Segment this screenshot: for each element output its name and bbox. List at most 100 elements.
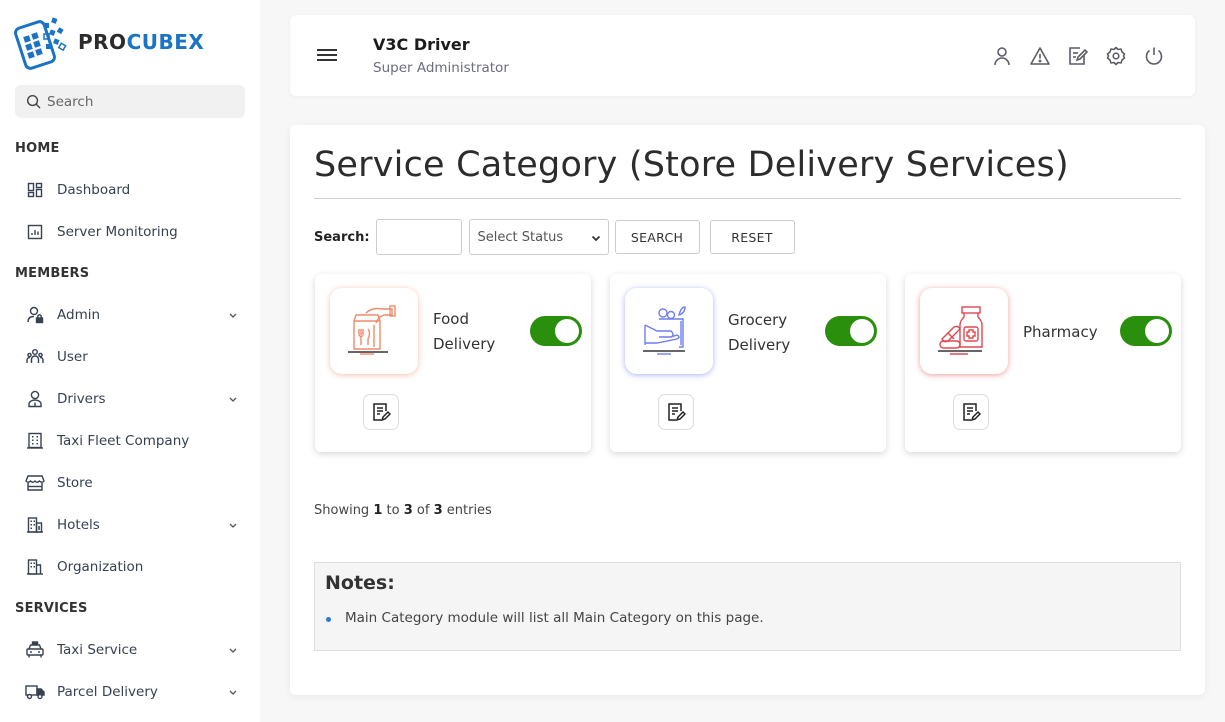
search-label: Search: xyxy=(314,229,370,245)
entries-info: Showing 1 to 3 of 3 entries xyxy=(314,503,492,518)
section-services: SERVICES xyxy=(15,601,88,616)
chevron-down-icon xyxy=(229,397,237,402)
status-toggle[interactable] xyxy=(1120,316,1172,346)
sidebar-item-label: Hotels xyxy=(57,517,100,533)
truck-icon xyxy=(25,682,45,702)
edit-button[interactable] xyxy=(363,394,399,430)
category-name-line1: Pharmacy xyxy=(1023,323,1098,341)
sidebar-item-admin[interactable]: Admin xyxy=(25,300,245,330)
edit-button[interactable] xyxy=(658,394,694,430)
header-actions xyxy=(991,45,1165,67)
reset-button[interactable]: RESET xyxy=(709,220,795,254)
chevron-down-icon xyxy=(591,235,600,242)
user-role: Super Administrator xyxy=(373,60,509,76)
search-input[interactable] xyxy=(375,219,462,255)
sidebar-item-dashboard[interactable]: Dashboard xyxy=(25,175,245,205)
category-cards: Food Delivery Grocery Delivery Pharmacy xyxy=(315,274,1181,452)
entries-total: 3 xyxy=(433,503,443,518)
category-name: Pharmacy xyxy=(1023,320,1098,345)
brand-logo[interactable]: PROCUBEX xyxy=(14,14,204,70)
sidebar-item-server-monitoring[interactable]: Server Monitoring xyxy=(25,217,245,247)
category-name-line1: Food xyxy=(433,310,469,328)
entries-suffix: entries xyxy=(446,503,492,518)
entries-to-word: to xyxy=(386,503,400,518)
brand-name-part1: PRO xyxy=(78,30,127,54)
entries-to: 3 xyxy=(403,503,413,518)
sidebar-item-label: Dashboard xyxy=(57,182,131,198)
notes-title: Notes: xyxy=(325,572,395,594)
profile-icon[interactable] xyxy=(991,45,1013,67)
user-name: V3C Driver xyxy=(373,35,470,54)
section-members: MEMBERS xyxy=(15,266,90,281)
category-card-pharmacy: Pharmacy xyxy=(905,274,1181,452)
category-image[interactable] xyxy=(625,288,713,374)
store-icon xyxy=(25,473,45,493)
top-header: V3C Driver Super Administrator xyxy=(290,15,1195,96)
brand-name-part2: CUBEX xyxy=(126,30,205,54)
sidebar-item-label: Organization xyxy=(57,559,144,575)
chevron-down-icon xyxy=(229,690,237,695)
notes-item: Main Category module will list all Main … xyxy=(326,610,764,626)
sidebar-item-label: Store xyxy=(57,475,93,491)
sidebar: PROCUBEX Search HOME Dashboard Server Mo… xyxy=(0,0,260,722)
entries-of-word: of xyxy=(416,503,430,518)
sidebar-item-taxi-service[interactable]: Taxi Service xyxy=(25,635,245,665)
main-content: Service Category (Store Delivery Service… xyxy=(290,125,1205,695)
edit-button[interactable] xyxy=(953,394,989,430)
entries-prefix: Showing xyxy=(314,503,370,518)
sidebar-item-taxi-fleet-company[interactable]: Taxi Fleet Company xyxy=(25,426,245,456)
category-card-food-delivery: Food Delivery xyxy=(315,274,591,452)
procubex-logo-icon xyxy=(14,17,67,70)
sidebar-item-parcel-delivery[interactable]: Parcel Delivery xyxy=(25,677,245,707)
taxi-icon xyxy=(25,640,45,660)
users-group-icon xyxy=(25,347,45,367)
category-name: Food Delivery xyxy=(433,307,495,357)
power-icon[interactable] xyxy=(1143,45,1165,67)
title-divider xyxy=(314,198,1181,199)
category-name-line2: Delivery xyxy=(728,336,791,354)
sidebar-item-store[interactable]: Store xyxy=(25,468,245,498)
search-icon xyxy=(26,94,41,109)
category-name-line2: Delivery xyxy=(433,335,496,353)
food-bag-icon xyxy=(348,305,396,355)
chevron-down-icon xyxy=(229,313,237,318)
search-button[interactable]: SEARCH xyxy=(614,220,700,254)
menu-toggle-button[interactable] xyxy=(317,49,337,63)
dashboard-grid-icon xyxy=(25,180,45,200)
chevron-down-icon xyxy=(229,523,237,528)
status-toggle[interactable] xyxy=(530,316,582,346)
settings-icon[interactable] xyxy=(1105,45,1127,67)
admin-lock-icon xyxy=(25,305,45,325)
category-image[interactable] xyxy=(330,288,418,374)
category-name-line1: Grocery xyxy=(728,311,788,329)
sidebar-item-label: Server Monitoring xyxy=(57,224,178,240)
section-home: HOME xyxy=(15,141,60,156)
sidebar-item-drivers[interactable]: Drivers xyxy=(25,384,245,414)
pharmacy-bottle-icon xyxy=(938,306,983,355)
category-card-grocery-delivery: Grocery Delivery xyxy=(610,274,886,452)
sidebar-item-hotels[interactable]: Hotels xyxy=(25,510,245,540)
sidebar-search-input[interactable]: Search xyxy=(15,85,245,118)
status-toggle[interactable] xyxy=(825,316,877,346)
alert-icon[interactable] xyxy=(1029,45,1051,67)
entries-from: 1 xyxy=(373,503,383,518)
chevron-down-icon xyxy=(229,648,237,653)
status-select[interactable]: Select Status xyxy=(468,219,609,255)
chart-monitor-icon xyxy=(25,222,45,242)
edit-document-icon xyxy=(668,403,686,422)
edit-document-icon xyxy=(963,403,981,422)
edit-document-icon xyxy=(373,403,391,422)
grocery-bag-icon xyxy=(643,306,686,355)
category-name: Grocery Delivery xyxy=(728,308,790,358)
filter-bar: Search: Select Status SEARCH RESET xyxy=(314,219,795,255)
organization-icon xyxy=(25,557,45,577)
sidebar-item-label: Parcel Delivery xyxy=(57,684,158,700)
category-image[interactable] xyxy=(920,288,1008,374)
sidebar-item-organization[interactable]: Organization xyxy=(25,552,245,582)
driver-icon xyxy=(25,389,45,409)
edit-note-icon[interactable] xyxy=(1067,45,1089,67)
sidebar-item-user[interactable]: User xyxy=(25,342,245,372)
sidebar-item-label: Admin xyxy=(57,307,101,323)
notes-list: Main Category module will list all Main … xyxy=(326,610,764,626)
sidebar-item-label: User xyxy=(57,349,88,365)
